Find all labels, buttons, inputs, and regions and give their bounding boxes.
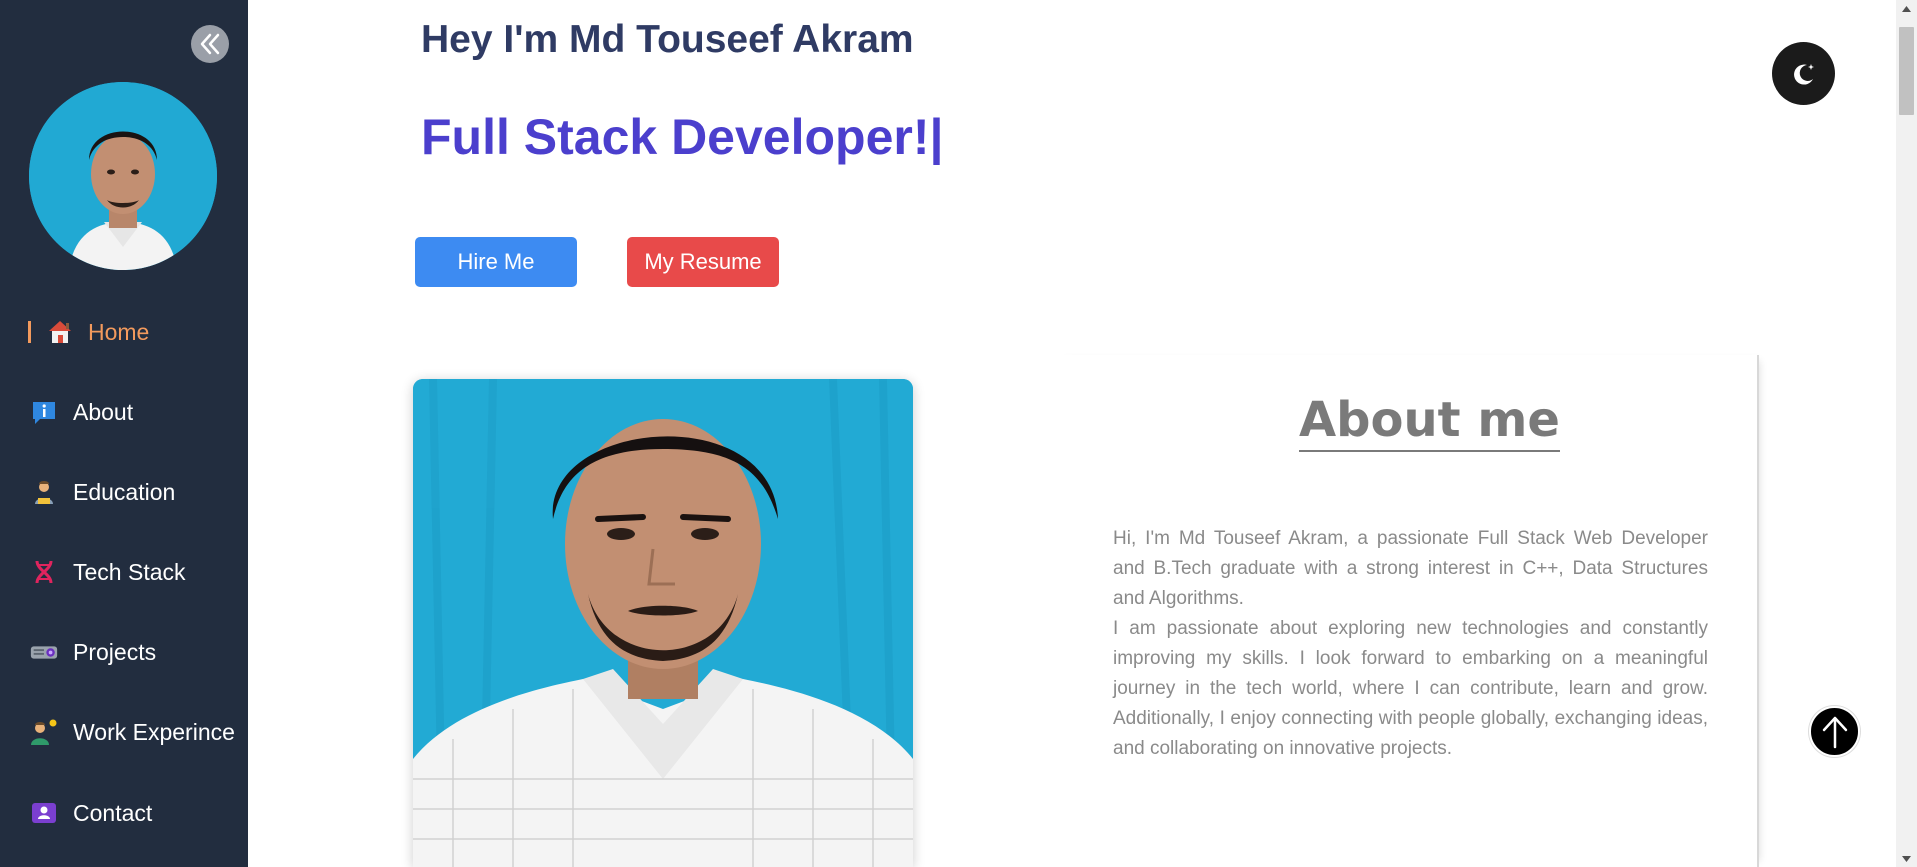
worker-icon [29, 717, 59, 747]
scroll-to-top-button[interactable] [1809, 706, 1860, 757]
about-paragraph-2: I am passionate about exploring new tech… [1113, 618, 1708, 759]
page-scrollbar[interactable] [1896, 0, 1917, 867]
moon-stars-icon [1793, 63, 1814, 85]
student-icon [29, 477, 59, 507]
greeting-heading: Hey I'm Md Touseef Akram [421, 18, 914, 61]
sidebar-item-work-experience[interactable]: Work Experince [0, 707, 248, 757]
sidebar-item-projects[interactable]: Projects [0, 627, 248, 677]
hire-me-button[interactable]: Hire Me [415, 237, 577, 287]
arrow-up-icon [1822, 716, 1847, 748]
about-description: Hi, I'm Md Touseef Akram, a passionate F… [1113, 524, 1708, 764]
collapse-sidebar-button[interactable] [191, 25, 229, 63]
role-typewriter: Full Stack Developer!| [421, 109, 944, 165]
home-icon [45, 317, 75, 347]
info-icon [29, 397, 59, 427]
scrollbar-thumb[interactable] [1899, 27, 1914, 115]
sidebar-item-contact[interactable]: Contact [0, 788, 248, 838]
sidebar-item-label: Home [88, 318, 150, 345]
sidebar-item-label: Projects [73, 638, 157, 665]
sidebar-item-label: Tech Stack [73, 558, 186, 585]
about-paragraph-1: Hi, I'm Md Touseef Akram, a passionate F… [1113, 528, 1708, 609]
double-chevron-left-icon [200, 33, 220, 55]
contact-card-icon [29, 798, 59, 828]
sidebar-item-education[interactable]: Education [0, 467, 248, 517]
dna-icon [29, 557, 59, 587]
sidebar-item-label: Contact [73, 799, 153, 826]
profile-photo [413, 379, 913, 867]
theme-toggle-button[interactable] [1772, 42, 1835, 105]
sidebar-item-tech-stack[interactable]: Tech Stack [0, 547, 248, 597]
scroll-down-arrow[interactable] [1896, 850, 1917, 867]
sidebar-item-about[interactable]: About [0, 387, 248, 437]
about-title: About me [1299, 392, 1560, 452]
my-resume-button[interactable]: My Resume [627, 237, 779, 287]
sidebar-item-home[interactable]: Home [0, 307, 248, 357]
avatar [29, 82, 217, 270]
sidebar-item-label: Work Experince [73, 718, 235, 745]
active-marker [28, 321, 31, 343]
sidebar-item-label: About [73, 398, 134, 425]
sidebar: Home About Education Tech Stack Projects… [0, 0, 248, 867]
sidebar-item-label: Education [73, 478, 176, 505]
profile-photo-small [29, 82, 217, 270]
projector-icon [29, 637, 59, 667]
scroll-up-arrow[interactable] [1896, 0, 1917, 17]
